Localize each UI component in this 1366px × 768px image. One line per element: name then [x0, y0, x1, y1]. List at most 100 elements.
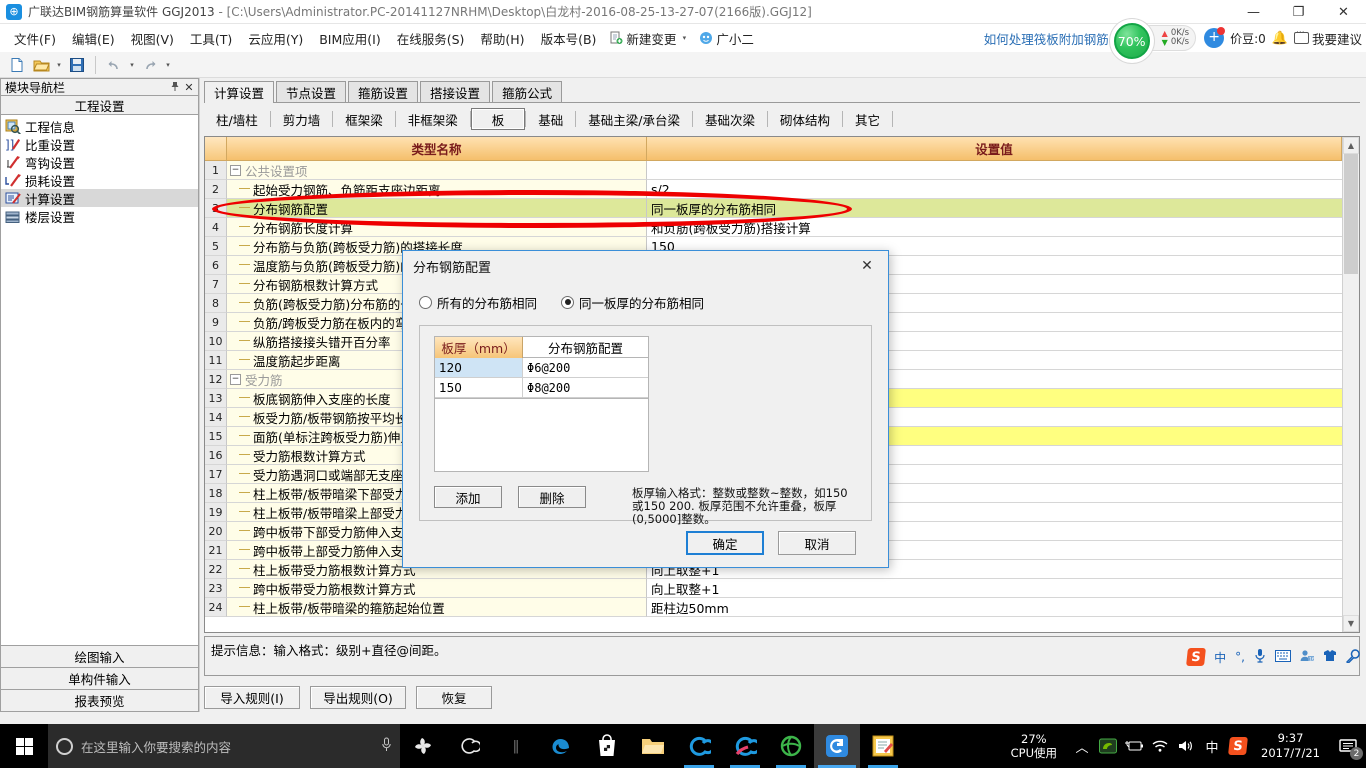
nav-button-report-preview[interactable]: 报表预览 [0, 689, 199, 712]
grid-vertical-scrollbar[interactable]: ▲ ▼ [1342, 137, 1359, 632]
chevron-down-icon[interactable]: ▾ [679, 34, 689, 42]
scroll-up-arrow-icon[interactable]: ▲ [1343, 137, 1359, 154]
cell-thickness[interactable]: 150 [435, 378, 523, 398]
assistant-button[interactable]: 广小二 [694, 27, 759, 50]
row-type-name[interactable]: 起始受力钢筋、负筋距支座边距离 [227, 180, 647, 199]
nav-button-drawing-input[interactable]: 绘图输入 [0, 645, 199, 668]
radio-all-same[interactable]: 所有的分布筋相同 [419, 293, 537, 312]
grid-header-value[interactable]: 设置值 [647, 137, 1342, 161]
sidebar-item-weight-settings[interactable]: ]] 比重设置 [1, 135, 198, 153]
redo-dropdown-caret[interactable]: ▾ [163, 61, 173, 69]
table-row[interactable]: 3 分布钢筋配置 同一板厚的分布筋相同 [205, 199, 1342, 218]
bell-icon[interactable]: 🔔 [1272, 31, 1288, 46]
open-folder-icon[interactable] [30, 54, 52, 76]
menu-help[interactable]: 帮助(H) [472, 26, 532, 51]
scroll-down-arrow-icon[interactable]: ▼ [1343, 615, 1359, 632]
menu-cloud[interactable]: 云应用(Y) [240, 26, 311, 51]
table-empty-area[interactable] [434, 399, 649, 472]
menu-online-service[interactable]: 在线服务(S) [389, 26, 473, 51]
cell-thickness[interactable]: 120 [435, 358, 523, 378]
row-type-name[interactable]: 跨中板带受力筋根数计算方式 [227, 579, 647, 598]
row-setting-value[interactable]: 距柱边50mm [647, 598, 1342, 617]
tab-slab[interactable]: 板 [470, 108, 526, 130]
table-row[interactable]: 1− 公共设置项 [205, 161, 1342, 180]
table-row[interactable]: 2 起始受力钢筋、负筋距支座边距离 s/2 [205, 180, 1342, 199]
ok-button[interactable]: 确定 [686, 531, 764, 555]
tab-shear-wall[interactable]: 剪力墙 [271, 108, 333, 130]
cancel-button[interactable]: 取消 [778, 531, 856, 555]
tab-other[interactable]: 其它 [843, 108, 892, 130]
cpu-usage-widget[interactable]: 27% CPU使用 [999, 732, 1069, 760]
tab-masonry-structure[interactable]: 砌体结构 [768, 108, 842, 130]
tab-stirrup-formula[interactable]: 箍筋公式 [492, 81, 563, 102]
start-button[interactable] [0, 724, 48, 768]
help-hint-link[interactable]: 如何处理筏板附加钢筋.. [984, 29, 1117, 48]
redo-arrow-icon[interactable] [139, 54, 161, 76]
menu-file[interactable]: 文件(F) [6, 26, 64, 51]
sidebar-item-floor-settings[interactable]: 楼层设置 [1, 207, 198, 225]
row-type-name[interactable]: 分布钢筋配置 [227, 199, 647, 218]
cell-config[interactable]: Φ6@200 [523, 358, 648, 378]
search-microphone-icon[interactable] [381, 737, 392, 756]
user-icon[interactable]: 16 [1300, 649, 1315, 665]
sidebar-item-loss-settings[interactable]: 损耗设置 [1, 171, 198, 189]
microphone-icon[interactable] [1254, 648, 1266, 666]
tab-foundation[interactable]: 基础 [526, 108, 575, 130]
table-row[interactable]: 150 Φ8@200 [435, 378, 648, 398]
restore-button[interactable]: 恢复 [416, 686, 492, 709]
tab-foundation-secondary-beam[interactable]: 基础次梁 [693, 108, 767, 130]
col-header-thickness[interactable]: 板厚（mm） [435, 337, 523, 358]
expander-icon[interactable]: − [230, 164, 241, 176]
sogou-icon[interactable]: S [1186, 648, 1207, 666]
taskbar-search-box[interactable]: 在这里输入你要搜索的内容 [48, 724, 400, 768]
tab-foundation-main-beam[interactable]: 基础主梁/承台梁 [576, 108, 692, 130]
row-type-name[interactable]: 分布钢筋长度计算 [227, 218, 647, 237]
export-rules-button[interactable]: 导出规则(O) [310, 686, 406, 709]
menu-view[interactable]: 视图(V) [123, 26, 182, 51]
grid-header-type-name[interactable]: 类型名称 [227, 137, 647, 161]
taskbar-app-notepad[interactable] [860, 724, 906, 768]
keyboard-icon[interactable] [1275, 649, 1291, 665]
import-rules-button[interactable]: 导入规则(I) [204, 686, 300, 709]
ime-lang-label[interactable]: 中 [1214, 649, 1226, 666]
nvidia-icon[interactable] [1095, 724, 1121, 768]
tray-ime-lang[interactable]: 中 [1199, 724, 1225, 768]
scroll-track[interactable] [1343, 154, 1359, 615]
dialog-close-button[interactable]: ✕ [846, 251, 888, 281]
taskbar-app-edge[interactable] [538, 724, 584, 768]
project-settings-section-header[interactable]: 工程设置 [0, 95, 199, 115]
menu-bim[interactable]: BIM应用(I) [311, 26, 389, 51]
new-file-icon[interactable] [6, 54, 28, 76]
taskbar-app-explorer[interactable] [630, 724, 676, 768]
tab-stirrup-settings[interactable]: 箍筋设置 [348, 81, 419, 102]
tab-frame-beam[interactable]: 框架梁 [333, 108, 395, 130]
ime-punctuation-icon[interactable]: °, [1235, 650, 1245, 664]
tab-nonframe-beam[interactable]: 非框架梁 [396, 108, 470, 130]
menu-version[interactable]: 版本号(B) [533, 26, 605, 51]
volume-icon[interactable] [1173, 724, 1199, 768]
col-header-config[interactable]: 分布钢筋配置 [523, 337, 648, 358]
tab-node-settings[interactable]: 节点设置 [276, 81, 347, 102]
suggest-button[interactable]: 我要建议 [1293, 28, 1362, 48]
tray-expand-chevron-icon[interactable]: ︿ [1069, 724, 1095, 768]
new-change-button[interactable]: 新建变更 ▾ [604, 27, 694, 50]
row-setting-value[interactable] [647, 161, 1342, 180]
sidebar-item-calculation-settings[interactable]: 计算设置 [1, 189, 198, 207]
sidebar-item-hook-settings[interactable]: 弯钩设置 [1, 153, 198, 171]
taskbar-app-browser-red[interactable] [722, 724, 768, 768]
row-setting-value[interactable]: 同一板厚的分布筋相同 [647, 199, 1342, 218]
table-row[interactable]: 23 跨中板带受力筋根数计算方式 向上取整+1 [205, 579, 1342, 598]
table-row[interactable]: 24 柱上板带/板带暗梁的箍筋起始位置 距柱边50mm [205, 598, 1342, 617]
save-disk-icon[interactable] [66, 54, 88, 76]
expander-icon[interactable]: − [230, 373, 241, 385]
battery-plug-icon[interactable] [1121, 724, 1147, 768]
taskbar-app-store[interactable] [584, 724, 630, 768]
scroll-thumb[interactable] [1344, 154, 1358, 274]
row-setting-value[interactable]: 和负筋(跨板受力筋)搭接计算 [647, 218, 1342, 237]
shirt-icon[interactable] [1323, 649, 1337, 665]
menu-edit[interactable]: 编辑(E) [64, 26, 123, 51]
sidebar-item-project-info[interactable]: 工程信息 [1, 117, 198, 135]
wifi-icon[interactable] [1147, 724, 1173, 768]
maximize-button[interactable]: ❐ [1276, 0, 1321, 24]
undo-dropdown-caret[interactable]: ▾ [127, 61, 137, 69]
